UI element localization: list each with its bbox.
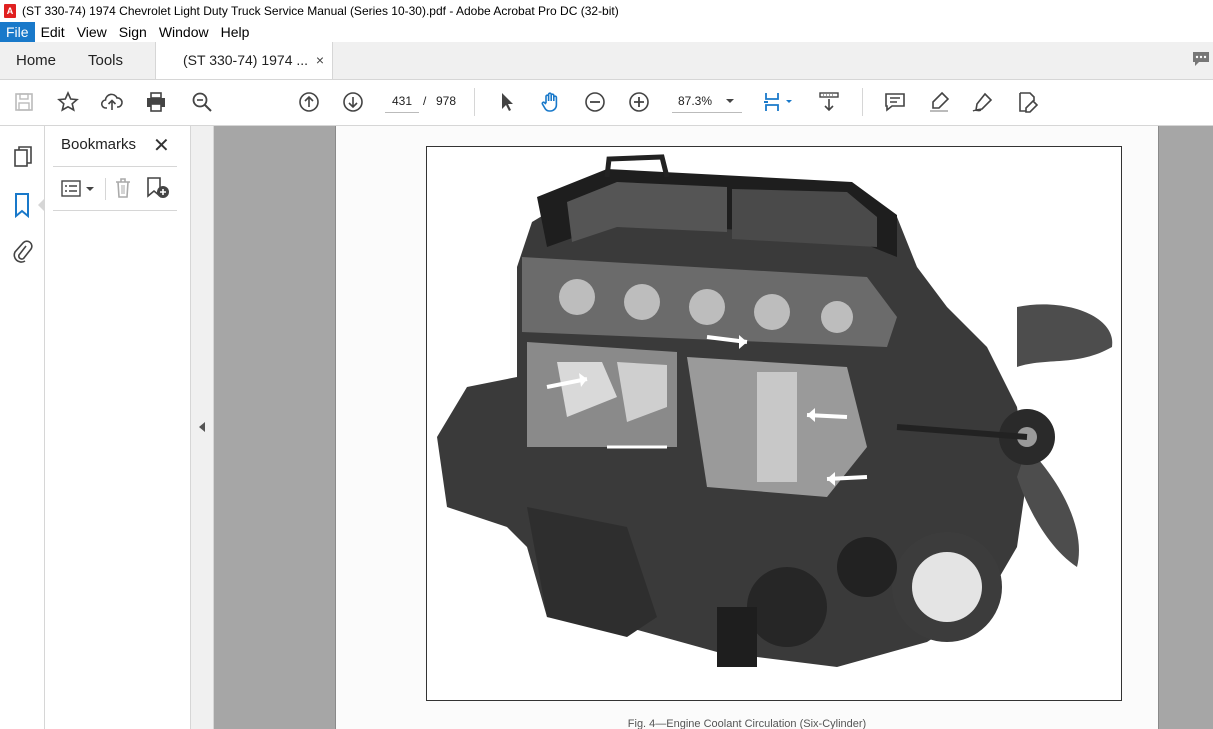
page-number-input[interactable]: 431 [385,90,419,113]
bookmark-star-button[interactable] [56,90,80,114]
zoom-level-value: 87.3% [678,94,713,108]
tab-document-label: (ST 330-74) 1974 ... [183,52,309,68]
close-panel-button[interactable]: ✕ [153,133,170,158]
highlight-button[interactable] [927,90,951,114]
zoom-out-button[interactable] [583,90,607,114]
engine-illustration [426,146,1122,701]
menu-help[interactable]: Help [215,22,256,42]
hand-tool-button[interactable] [539,90,563,114]
scroll-mode-button[interactable] [817,90,841,114]
acrobat-icon: A [4,4,16,18]
menu-sign[interactable]: Sign [113,22,153,42]
engine-cutaway-image [427,147,1121,700]
zoom-level-select[interactable]: 87.3% [672,90,742,113]
close-tab-button[interactable]: × [316,42,324,79]
plus-circle-icon [629,92,649,112]
trash-icon[interactable] [113,177,133,199]
panel-divider [105,178,106,200]
menu-edit[interactable]: Edit [35,22,71,42]
select-tool-button[interactable] [495,90,519,114]
minus-circle-icon [585,92,605,112]
window-title: (ST 330-74) 1974 Chevrolet Light Duty Tr… [22,4,619,18]
bookmark-options-icon[interactable] [61,179,97,199]
toolbar-divider [862,88,863,116]
upload-button[interactable] [100,90,124,114]
tab-home[interactable]: Home [16,42,56,79]
zoom-in-button[interactable] [627,90,651,114]
save-icon [15,93,33,111]
toolbar-divider [474,88,475,116]
hand-icon [541,92,558,112]
panel-divider [53,166,177,167]
print-button[interactable] [144,90,168,114]
edit-document-icon [1019,92,1039,113]
chevron-down-icon [726,99,734,103]
pdf-page: Fig. 4—Engine Coolant Circulation (Six-C… [335,126,1159,729]
menu-bar: File Edit View Sign Window Help [0,22,1213,42]
arrow-down-circle-icon [343,92,363,112]
comment-panel-icon[interactable] [1191,50,1211,68]
bookmarks-title: Bookmarks [61,136,137,153]
previous-page-button[interactable] [297,90,321,114]
title-bar: A (ST 330-74) 1974 Chevrolet Light Duty … [0,0,1213,22]
chevron-left-icon [199,422,205,432]
fit-page-icon [764,93,792,111]
cursor-arrow-icon [502,93,513,111]
figure-caption: Fig. 4—Engine Coolant Circulation (Six-C… [627,718,867,729]
tab-bar: Home Tools (ST 330-74) 1974 ... × [0,42,1213,80]
highlighter-icon [930,91,950,112]
star-icon [57,91,79,112]
menu-file[interactable]: File [0,22,35,42]
main-toolbar: 431 / 978 87.3% [0,80,1213,126]
new-bookmark-icon[interactable] [145,176,171,200]
cloud-upload-icon [100,93,123,110]
page-separator: / [423,94,427,108]
comment-button[interactable] [883,90,907,114]
fill-sign-button[interactable] [1015,90,1039,114]
tab-document[interactable]: (ST 330-74) 1974 ... × [155,42,333,79]
tab-tools[interactable]: Tools [88,42,123,79]
page-thumbnails-icon[interactable] [12,146,34,170]
draw-button[interactable] [971,90,995,114]
bookmarks-panel: Bookmarks ✕ [45,126,191,729]
menu-window[interactable]: Window [153,22,215,42]
magnifier-icon [192,92,212,112]
active-panel-pointer [38,198,45,212]
printer-icon [147,92,165,112]
navigation-pane-rail [0,126,45,729]
paperclip-icon[interactable] [11,238,33,264]
arrow-up-circle-icon [299,92,319,112]
comment-icon [885,93,905,112]
document-canvas[interactable]: Fig. 4—Engine Coolant Circulation (Six-C… [214,126,1213,729]
panel-collapse-handle[interactable] [191,126,214,729]
pen-draw-icon [972,92,993,112]
next-page-button[interactable] [341,90,365,114]
panel-divider [53,210,177,211]
bookmarks-icon[interactable] [12,192,32,218]
scroll-download-icon [819,92,839,112]
page-display-button[interactable] [762,90,796,114]
menu-view[interactable]: View [71,22,113,42]
save-button[interactable] [12,90,36,114]
find-button[interactable] [190,90,214,114]
page-total: 978 [436,94,457,108]
